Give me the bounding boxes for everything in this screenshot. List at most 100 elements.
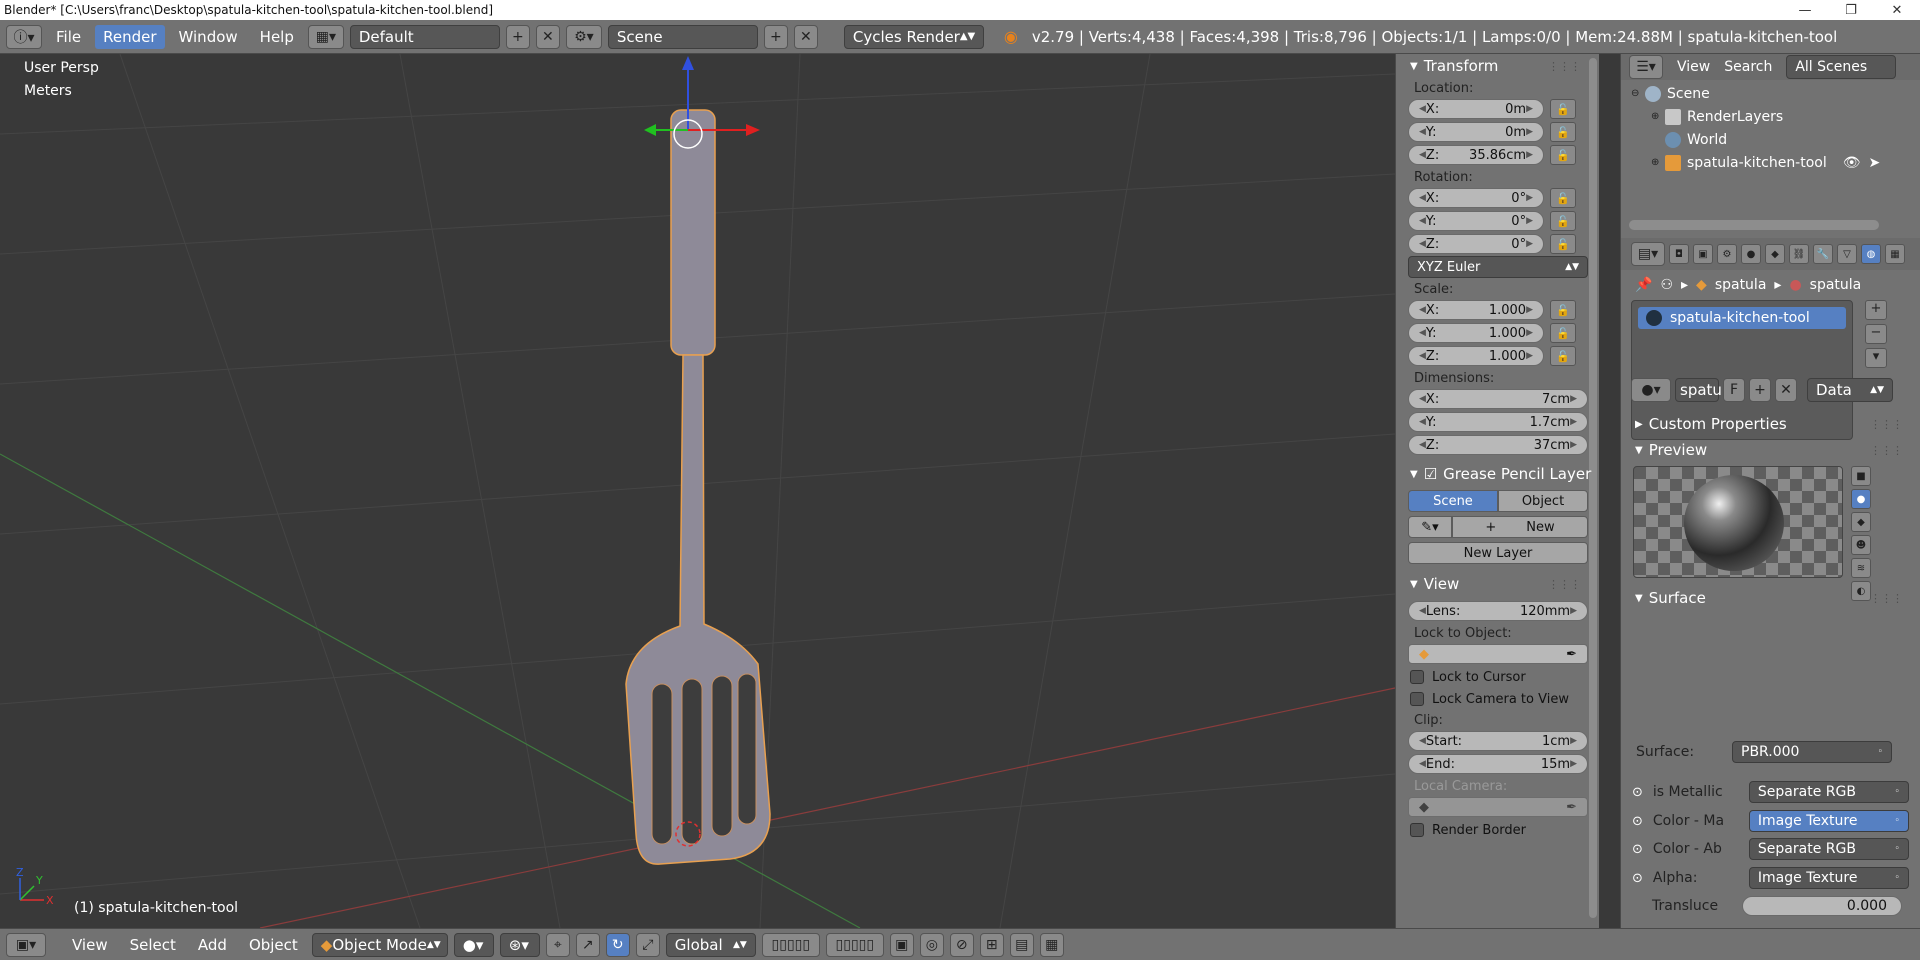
location-z-field[interactable]: ◀ Z: 35.86cm ▶ [1408, 145, 1544, 165]
bottom-view-menu[interactable]: View [64, 933, 116, 957]
grease-pencil-panel-header[interactable]: ▼ ☑ Grease Pencil Layer [1396, 462, 1599, 486]
z-arrow-icon[interactable] [682, 56, 694, 70]
fake-user-button[interactable]: F [1723, 378, 1745, 402]
lock-rotation-y-icon[interactable]: 🔓 [1550, 211, 1576, 231]
grease-new-button[interactable]: + New [1452, 516, 1588, 538]
material-tab-icon[interactable]: ◍ [1861, 244, 1881, 264]
scale-x-field[interactable]: ◀ X: 1.000 ▶ [1408, 300, 1544, 320]
outliner-item-world[interactable]: World [1621, 128, 1920, 151]
minimize-button[interactable]: — [1782, 3, 1828, 18]
add-layout-icon[interactable]: + [505, 24, 530, 49]
layers-tab-icon[interactable]: ▣ [1693, 244, 1713, 264]
view-panel-header[interactable]: ▼ View ⋮⋮⋮ [1396, 572, 1599, 596]
mode-dropdown[interactable]: ◆ Object Mode ▲▼ [311, 932, 448, 957]
checkbox-checked-icon[interactable]: ☑ [1424, 465, 1437, 483]
unlink-material-icon[interactable]: ✕ [1775, 378, 1797, 402]
preview-header[interactable]: ▼ Preview ⋮⋮⋮ [1621, 438, 1920, 462]
grease-scene-button[interactable]: Scene [1408, 490, 1498, 512]
socket-link-icon[interactable]: ⊙ [1632, 785, 1643, 800]
render-engine-dropdown[interactable]: Cycles Render ▲▼ [843, 24, 984, 49]
3d-viewport[interactable]: X Y Z User Persp Meters (1) spatula-kitc… [0, 54, 1395, 928]
lock-rotation-z-icon[interactable]: 🔓 [1550, 234, 1576, 254]
visibility-eye-icon[interactable]: 👁 [1843, 155, 1861, 171]
clip-end-field[interactable]: ◀ End: 15m ▶ [1408, 754, 1588, 774]
bottom-select-menu[interactable]: Select [122, 933, 184, 957]
texture-tab-icon[interactable]: ▦ [1885, 244, 1905, 264]
world-tab-icon[interactable]: ● [1741, 244, 1761, 264]
scale-y-field[interactable]: ◀ Y: 1.000 ▶ [1408, 323, 1544, 343]
menu-render[interactable]: Render [95, 24, 165, 49]
shading-mode-icon[interactable]: ●▾ [453, 932, 494, 957]
remove-layout-icon[interactable]: ✕ [535, 24, 560, 49]
location-y-field[interactable]: ◀ Y: 0m ▶ [1408, 122, 1544, 142]
orientation-dropdown[interactable]: Global ▲▼ [665, 932, 756, 957]
add-slot-button[interactable]: + [1865, 300, 1887, 320]
render-border-checkbox[interactable]: Render Border [1396, 819, 1599, 841]
modifiers-tab-icon[interactable]: 🔧 [1813, 244, 1833, 264]
outliner-filter-dropdown[interactable]: All Scenes [1786, 55, 1897, 79]
pin-icon[interactable]: 📌 [1635, 277, 1652, 293]
pencil-icon[interactable]: ✎▾ [1408, 516, 1452, 538]
custom-properties-header[interactable]: ▶ Custom Properties ⋮⋮⋮ [1621, 412, 1920, 436]
viewport-editor-type-icon[interactable]: ▣▾ [6, 932, 46, 957]
menu-file[interactable]: File [48, 25, 89, 49]
y-arrow-icon[interactable] [644, 124, 656, 136]
x-arrow-icon[interactable] [746, 124, 760, 136]
translate-manipulator-icon[interactable]: ↗ [575, 932, 600, 957]
remove-slot-button[interactable]: − [1865, 324, 1887, 344]
scene-tab-icon[interactable]: ⚙ [1717, 244, 1737, 264]
eyedropper-icon[interactable]: ✒ [1566, 647, 1577, 662]
constraints-tab-icon[interactable]: ⛓ [1789, 244, 1809, 264]
new-material-icon[interactable]: + [1749, 378, 1771, 402]
outliner-search-menu[interactable]: Search [1724, 59, 1772, 75]
clip-start-field[interactable]: ◀ Start: 1cm ▶ [1408, 731, 1588, 751]
lens-field[interactable]: ◀ Lens: 120mm ▶ [1408, 601, 1588, 621]
object-tab-icon[interactable]: ◆ [1765, 244, 1785, 264]
rotate-manipulator-icon[interactable]: ↻ [605, 932, 630, 957]
render-tab-icon[interactable]: ◘ [1669, 244, 1689, 264]
layer-buttons-2[interactable]: ▯▯▯▯▯ [825, 932, 884, 957]
lock-object-field[interactable]: ◆ ✒ [1408, 644, 1588, 664]
collapse-icon[interactable]: ⊖ [1631, 88, 1645, 99]
drag-handle-icon[interactable]: ⋮⋮⋮ [1870, 418, 1903, 431]
material-browse-icon[interactable]: ●▾ [1631, 378, 1671, 402]
lock-location-z-icon[interactable]: 🔓 [1550, 145, 1576, 165]
add-scene-icon[interactable]: + [763, 24, 788, 49]
properties-editor-type-icon[interactable]: ▤▾ [1631, 242, 1665, 266]
preview-sphere-icon[interactable]: ● [1851, 489, 1871, 509]
snap-element-icon[interactable]: ⊞ [979, 932, 1004, 957]
expand-icon[interactable]: ⊕ [1651, 157, 1665, 168]
scene-icon[interactable]: ⚙▾ [565, 24, 602, 49]
select-cursor-icon[interactable]: ➤ [1869, 155, 1881, 171]
menu-help[interactable]: Help [252, 25, 302, 49]
socket-link-icon[interactable]: ⊙ [1632, 814, 1643, 829]
lock-scale-z-icon[interactable]: 🔓 [1550, 346, 1576, 366]
layer-buttons-1[interactable]: ▯▯▯▯▯ [761, 932, 820, 957]
close-window-button[interactable]: ✕ [1874, 3, 1920, 18]
scale-manipulator-icon[interactable]: ⤢ [635, 932, 660, 957]
rotation-mode-dropdown[interactable]: XYZ Euler ▲▼ [1408, 256, 1588, 278]
menu-window[interactable]: Window [171, 25, 246, 49]
expand-icon[interactable]: ⊕ [1651, 111, 1665, 122]
new-layer-button[interactable]: New Layer [1408, 542, 1588, 564]
grease-object-button[interactable]: Object [1498, 490, 1588, 512]
screen-layout-icon[interactable]: ▦▾ [307, 24, 344, 49]
lock-location-y-icon[interactable]: 🔓 [1550, 122, 1576, 142]
data-tab-icon[interactable]: ▽ [1837, 244, 1857, 264]
shelf-scrollbar[interactable] [1589, 58, 1597, 918]
rotation-y-field[interactable]: ◀ Y: 0° ▶ [1408, 211, 1544, 231]
outliner-item-spatula[interactable]: ⊕ spatula-kitchen-tool 👁 ➤ [1621, 151, 1920, 174]
drag-handle-icon[interactable]: ⋮⋮⋮ [1548, 578, 1581, 591]
lock-camera-checkbox[interactable]: Lock Camera to View [1396, 688, 1599, 710]
preview-hair-icon[interactable]: ≋ [1851, 558, 1871, 578]
outliner-scrollbar[interactable] [1629, 220, 1879, 230]
opengl-render-icon[interactable]: ▦ [1039, 932, 1064, 957]
rotation-x-field[interactable]: ◀ X: 0° ▶ [1408, 188, 1544, 208]
snap-toggle-icon[interactable]: ⊘ [949, 932, 974, 957]
lock-scale-y-icon[interactable]: 🔓 [1550, 323, 1576, 343]
proportional-edit-icon[interactable]: ◎ [919, 932, 944, 957]
translucency-field[interactable]: 0.000 [1742, 896, 1902, 916]
dimension-x-field[interactable]: ◀ X: 7cm ▶ [1408, 389, 1588, 409]
maximize-button[interactable]: ❐ [1828, 3, 1874, 18]
scale-z-field[interactable]: ◀ Z: 1.000 ▶ [1408, 346, 1544, 366]
